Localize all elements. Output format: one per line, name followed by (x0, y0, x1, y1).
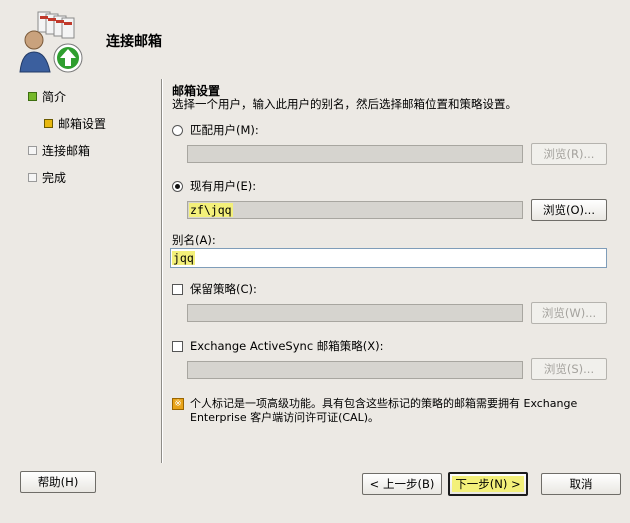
button-label: 浏览(O)... (543, 203, 595, 217)
existing-user-radio[interactable]: 现有用户(E): (172, 178, 256, 194)
browse-existing-user-button[interactable]: 浏览(O)... (531, 199, 607, 221)
sidebar-item-label: 完成 (42, 171, 67, 185)
pending-step-icon (28, 173, 37, 182)
mailbox-user-icon (16, 10, 84, 76)
back-button[interactable]: < 上一步(B) (362, 473, 442, 495)
retention-policy-label: 保留策略(C): (190, 282, 257, 296)
radio-indicator[interactable] (172, 180, 183, 192)
browse-activesync-policy-button[interactable]: 浏览(S)... (531, 358, 607, 380)
existing-user-value: zf\jqq (189, 203, 233, 217)
button-label: 下一步(N) > (452, 476, 524, 492)
radio-indicator[interactable] (172, 124, 183, 136)
info-note: 个人标记是一项高级功能。具有包含这些标记的策略的邮箱需要拥有 Exchange … (190, 397, 578, 424)
existing-user-label: 现有用户(E): (190, 179, 257, 193)
sidebar-item-label: 连接邮箱 (42, 144, 91, 158)
sidebar-item-intro: 简介 (28, 88, 66, 105)
divider-highlight (162, 79, 163, 463)
help-button[interactable]: 帮助(H) (20, 471, 96, 493)
sidebar-item-complete: 完成 (28, 169, 66, 186)
alias-value: jqq (172, 251, 195, 265)
button-label: 帮助(H) (37, 475, 79, 489)
matching-user-label: 匹配用户(M): (190, 123, 259, 137)
browse-matching-user-button[interactable]: 浏览(R)... (531, 143, 607, 165)
checkbox-indicator[interactable] (172, 340, 183, 352)
activesync-policy-label: Exchange ActiveSync 邮箱策略(X): (190, 339, 384, 353)
browse-retention-policy-button[interactable]: 浏览(W)... (531, 302, 607, 324)
activesync-policy-field[interactable] (187, 361, 523, 379)
section-description: 选择一个用户，输入此用户的别名，然后选择邮箱位置和策略设置。 (172, 97, 517, 111)
button-label: < 上一步(B) (369, 477, 435, 491)
button-label: 浏览(W)... (541, 306, 597, 320)
sidebar-item-label: 邮箱设置 (58, 117, 107, 131)
page-title: 连接邮箱 (106, 34, 162, 50)
checkbox-indicator[interactable] (172, 283, 183, 295)
matching-user-radio[interactable]: 匹配用户(M): (172, 122, 259, 138)
info-icon: ※ (172, 398, 184, 410)
sidebar-item-connect-mailbox: 连接邮箱 (28, 142, 90, 159)
cancel-button[interactable]: 取消 (541, 473, 621, 495)
completed-step-icon (28, 92, 37, 101)
alias-label: 别名(A): (172, 233, 216, 247)
sidebar-item-label: 简介 (42, 90, 67, 104)
button-label: 浏览(R)... (543, 147, 595, 161)
retention-policy-checkbox[interactable]: 保留策略(C): (172, 281, 257, 297)
button-label: 浏览(S)... (543, 362, 595, 376)
next-button[interactable]: 下一步(N) > (448, 472, 528, 496)
button-label: 取消 (569, 477, 593, 491)
alias-input[interactable]: jqq (170, 248, 607, 268)
retention-policy-field[interactable] (187, 304, 523, 322)
matching-user-field[interactable] (187, 145, 523, 163)
existing-user-field[interactable]: zf\jqq (187, 201, 523, 219)
pending-step-icon (28, 146, 37, 155)
current-step-icon (44, 119, 53, 128)
activesync-policy-checkbox[interactable]: Exchange ActiveSync 邮箱策略(X): (172, 338, 384, 354)
sidebar-item-mailbox-settings: 邮箱设置 (44, 115, 106, 132)
